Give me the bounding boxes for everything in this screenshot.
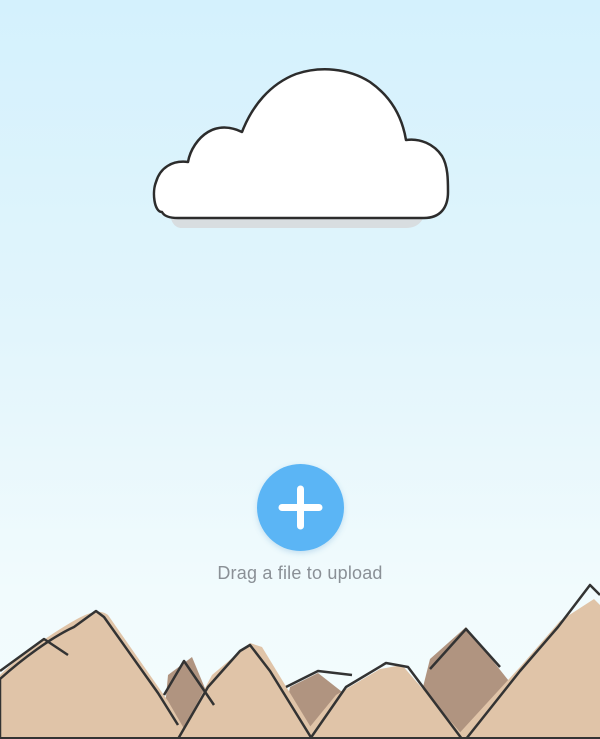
mountains-illustration — [0, 575, 600, 739]
plus-icon — [278, 485, 323, 530]
upload-dropzone[interactable]: Drag a file to upload — [0, 0, 600, 739]
upload-button[interactable] — [257, 464, 344, 551]
cloud-icon — [148, 62, 468, 237]
